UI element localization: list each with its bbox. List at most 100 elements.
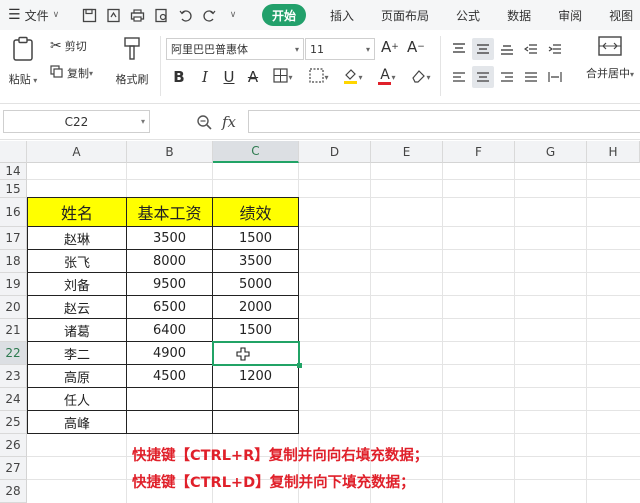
format-painter-button[interactable]: 格式刷 [110, 36, 154, 94]
zoom-icon[interactable] [196, 114, 212, 133]
table-cell[interactable]: 5000 [213, 273, 299, 296]
row-header[interactable]: 15 [0, 180, 27, 198]
name-box[interactable]: C22 ▾ [3, 110, 150, 133]
column-header[interactable]: A [27, 141, 127, 163]
strikethrough-button[interactable]: A [244, 66, 262, 88]
row-header[interactable]: 28 [0, 480, 27, 503]
paste-button[interactable]: 粘贴 ▾ [6, 36, 40, 94]
merge-center-button[interactable]: 合并居中▾ [580, 36, 640, 94]
tab-formulas[interactable]: 公式 [456, 4, 480, 26]
table-cell[interactable] [213, 388, 299, 411]
distribute-button[interactable] [544, 66, 566, 88]
row-header[interactable]: 14 [0, 163, 27, 180]
column-header-selected[interactable]: C [213, 141, 299, 163]
table-cell[interactable]: 高峰 [28, 411, 127, 434]
row-header[interactable]: 24 [0, 388, 27, 411]
increase-font-button[interactable]: A + [381, 38, 399, 56]
tab-view[interactable]: 视图 [609, 4, 633, 26]
table-cell[interactable]: 1500 [213, 227, 299, 250]
borders-button[interactable]: ▾ [268, 66, 298, 88]
table-cell[interactable]: 李二 [28, 342, 127, 365]
row-header[interactable]: 19 [0, 273, 27, 296]
table-cell[interactable]: 9500 [127, 273, 213, 296]
table-cell[interactable]: 3500 [213, 250, 299, 273]
table-header-cell[interactable]: 姓名 [28, 198, 127, 227]
underline-button[interactable]: U [220, 66, 238, 88]
undo-icon[interactable] [176, 6, 194, 24]
tab-home[interactable]: 开始 [262, 4, 307, 26]
fill-handle[interactable] [297, 363, 302, 368]
align-right-button[interactable] [496, 66, 518, 88]
column-header[interactable]: E [371, 141, 443, 163]
cut-button[interactable]: ✂ 剪切 [50, 38, 87, 54]
column-header[interactable]: G [515, 141, 587, 163]
fx-icon[interactable]: fx [222, 113, 236, 131]
decrease-indent-button[interactable] [520, 38, 542, 60]
table-cell[interactable]: 3500 [127, 227, 213, 250]
row-header[interactable]: 20 [0, 296, 27, 319]
font-name-select[interactable]: 阿里巴巴普惠体 ▾ [166, 38, 304, 60]
column-header[interactable]: F [443, 141, 515, 163]
fill-color-button[interactable]: ▾ [338, 66, 368, 88]
tab-insert[interactable]: 插入 [330, 4, 354, 26]
align-middle-button[interactable] [472, 38, 494, 60]
font-color-button[interactable]: A ▾ [372, 66, 402, 88]
italic-button[interactable]: I [196, 66, 214, 88]
table-cell[interactable]: 4900 [127, 342, 213, 365]
corner-select-all[interactable] [0, 141, 27, 163]
print-preview-icon[interactable] [152, 6, 170, 24]
clear-format-button[interactable]: ▾ [406, 66, 436, 88]
table-header-cell[interactable]: 基本工资 [127, 198, 213, 227]
table-cell[interactable]: 6400 [127, 319, 213, 342]
table-cell[interactable]: 任人 [28, 388, 127, 411]
align-bottom-button[interactable] [496, 38, 518, 60]
decrease-font-button[interactable]: A − [407, 38, 425, 56]
bold-button[interactable]: B [170, 66, 188, 88]
table-cell[interactable]: 1500 [213, 319, 299, 342]
row-header[interactable]: 25 [0, 411, 27, 434]
column-header[interactable]: B [127, 141, 213, 163]
more-icon[interactable]: ∨ [224, 6, 242, 24]
table-cell[interactable]: 赵琳 [28, 227, 127, 250]
table-header-cell[interactable]: 绩效 [213, 198, 299, 227]
tab-data[interactable]: 数据 [507, 4, 531, 26]
formula-input[interactable] [248, 110, 640, 133]
save-icon[interactable] [80, 6, 98, 24]
table-cell[interactable]: 高原 [28, 365, 127, 388]
row-header[interactable]: 17 [0, 227, 27, 250]
file-menu[interactable]: ☰ 文件 ∨ [0, 7, 80, 24]
increase-indent-button[interactable] [544, 38, 566, 60]
column-header[interactable]: D [299, 141, 371, 163]
align-top-button[interactable] [448, 38, 470, 60]
font-size-select[interactable]: 11 ▾ [305, 38, 375, 60]
table-cell[interactable] [127, 388, 213, 411]
redo-icon[interactable] [200, 6, 218, 24]
shading-button[interactable]: ▾ [304, 66, 334, 88]
row-header[interactable]: 18 [0, 250, 27, 273]
row-header-selected[interactable]: 22 [0, 342, 27, 365]
row-header[interactable]: 16 [0, 198, 27, 227]
table-cell[interactable]: 6500 [127, 296, 213, 319]
table-cell[interactable] [213, 411, 299, 434]
tab-page-layout[interactable]: 页面布局 [381, 4, 429, 26]
row-header[interactable]: 21 [0, 319, 27, 342]
row-header[interactable]: 26 [0, 434, 27, 457]
column-header[interactable]: H [587, 141, 640, 163]
table-cell[interactable]: 刘备 [28, 273, 127, 296]
tab-review[interactable]: 审阅 [558, 4, 582, 26]
table-cell[interactable] [127, 411, 213, 434]
table-cell[interactable]: 赵云 [28, 296, 127, 319]
align-center-button[interactable] [472, 66, 494, 88]
table-cell[interactable]: 1200 [213, 365, 299, 388]
copy-button[interactable]: 复制 ▾ [50, 65, 93, 81]
align-left-button[interactable] [448, 66, 470, 88]
table-cell[interactable]: 张飞 [28, 250, 127, 273]
justify-button[interactable] [520, 66, 542, 88]
table-cell[interactable]: 8000 [127, 250, 213, 273]
row-header[interactable]: 27 [0, 457, 27, 480]
table-cell[interactable]: 2000 [213, 296, 299, 319]
table-cell[interactable]: 诸葛 [28, 319, 127, 342]
table-cell[interactable]: 4500 [127, 365, 213, 388]
row-header[interactable]: 23 [0, 365, 27, 388]
print-icon[interactable] [128, 6, 146, 24]
